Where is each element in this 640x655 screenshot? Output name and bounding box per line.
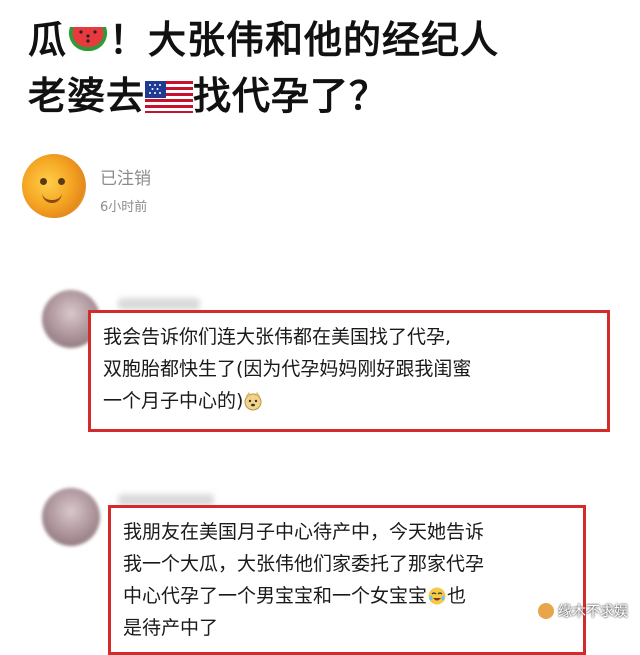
comment-line-suffix: 也: [447, 585, 467, 607]
title-text-1a: 瓜: [28, 18, 68, 62]
watermark: 缘木不求娱: [538, 601, 628, 621]
comment-line: 一个月子中心的): [103, 385, 595, 417]
comment-avatar[interactable]: [42, 488, 100, 546]
comment-line: 我会告诉你们连大张伟都在美国找了代孕,: [103, 326, 452, 348]
author-username[interactable]: 已注销: [100, 164, 151, 189]
comment-line: 双胞胎都快生了(因为代孕妈妈刚好跟我闺蜜: [103, 358, 472, 380]
comment-line-text: 中心代孕了一个男宝宝和一个女宝宝: [123, 585, 428, 607]
doge-face-icon: [243, 389, 263, 411]
avatar[interactable]: [22, 154, 86, 218]
title-text-1b: ！大张伟和他的经纪人: [109, 18, 500, 62]
comment-line: 我朋友在美国月子中心待产中，今天她告诉: [123, 521, 485, 543]
title-text-2b: 找代孕了？: [193, 74, 389, 118]
blurred-username: [118, 298, 200, 310]
watermark-text: 缘木不求娱: [558, 604, 628, 620]
title-line-1: 瓜 ！大张伟和他的经纪人: [28, 14, 618, 70]
watermark-logo-icon: [538, 603, 554, 619]
title-text-2a: 老婆去: [28, 74, 146, 118]
highlighted-comment: 我会告诉你们连大张伟都在美国找了代孕, 双胞胎都快生了(因为代孕妈妈刚好跟我闺蜜…: [88, 310, 610, 432]
post-time: 6小时前: [100, 200, 148, 215]
watermelon-icon: [67, 18, 109, 70]
us-flag-icon: [145, 74, 194, 126]
comment-line: 是待产中了: [123, 617, 219, 639]
laughing-crying-icon: [427, 584, 447, 605]
comment-line: 我一个大瓜，大张伟他们家委托了那家代孕: [123, 553, 485, 575]
highlighted-comment: 我朋友在美国月子中心待产中，今天她告诉 我一个大瓜，大张伟他们家委托了那家代孕 …: [108, 505, 586, 655]
post-title: 瓜 ！大张伟和他的经纪人 老婆去 找代孕了？: [28, 14, 618, 126]
comment-line: 中心代孕了一个男宝宝和一个女宝宝 也: [123, 580, 571, 612]
comment-line-text: 一个月子中心的): [103, 390, 244, 412]
title-line-2: 老婆去 找代孕了？: [28, 70, 618, 126]
